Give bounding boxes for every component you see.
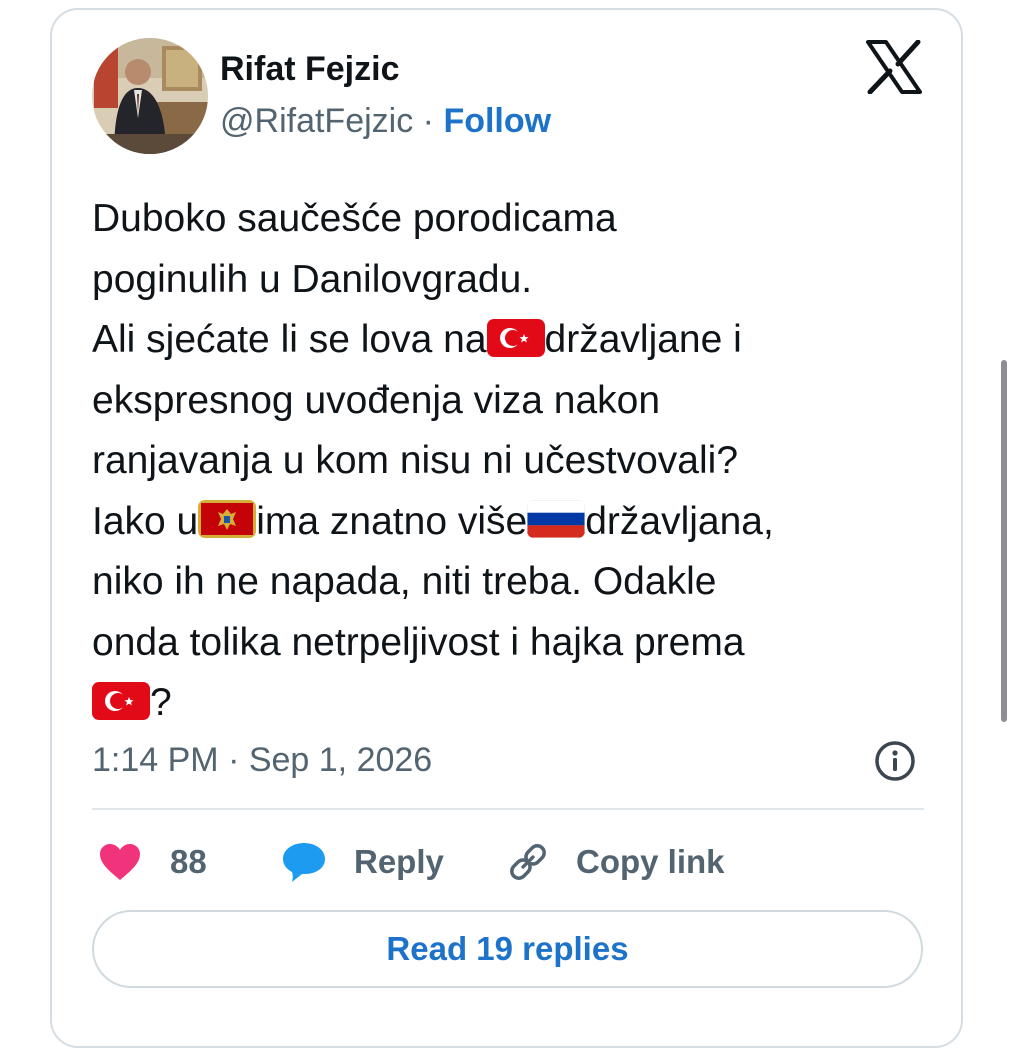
tweet-text-segment: ima znatno više [256,499,528,543]
tweet-line: ranjavanja u kom nisu ni učestvovali? [92,431,932,492]
copy-link-label: Copy link [576,843,725,880]
tweet-text-segment: onda tolika netrpeljivost i hajka prema [92,620,745,664]
x-logo-icon[interactable] [866,40,922,94]
info-icon[interactable] [874,740,916,782]
flag-russia-icon [527,500,586,539]
tweet-text-segment: ? [150,681,172,724]
tweet-text-segment: ekspresnog uvođenja viza nakon [92,378,661,422]
user-photo [92,38,208,154]
reply-bubble-icon [283,843,325,882]
tweet-text-segment: državljane i [544,318,742,361]
link-icon [510,844,546,880]
tweet-text-segment: ranjavanja u kom nisu ni učestvovali? [92,439,739,482]
tweet-line: ? [92,673,932,734]
tweet-timestamp[interactable]: 1:14 PM · Sep 1, 2026 [92,741,432,780]
tweet-line: ekspresnog uvođenja viza nakon [92,371,932,432]
reply-button[interactable]: Reply [280,838,444,886]
tweet-text-segment: Iako u [92,499,199,543]
flag-turkey-icon [486,318,545,357]
author-handle-row: @RifatFejzic · Follow [220,102,551,141]
tweet-line: Duboko saučešće porodicama [92,189,932,250]
scrollbar[interactable] [1001,360,1007,722]
author-name[interactable]: Rifat Fejzic [220,50,399,89]
tweet-text-segment: Ali sjećate li se lova na [92,318,487,361]
handle-separator: · [422,102,434,140]
tweet-line: Iako u ima znatno više državljana, [92,492,932,553]
tweet-text: Duboko saučešće porodicama poginulih u Da… [92,189,932,734]
read-replies-button[interactable]: Read 19 replies [92,910,923,988]
copy-link-button[interactable]: Copy link [506,838,725,886]
tweet-text-segment: državljana, [585,499,774,543]
heart-icon [100,844,140,880]
tweet-line: niko ih ne napada, niti treba. Odakle [92,552,932,613]
tweet-line: Ali sjećate li se lova na državljane i [92,310,932,371]
tweet-line: onda tolika netrpeljivost i hajka prema [92,613,932,674]
tweet-text-segment: niko ih ne napada, niti treba. Odakle [92,560,717,603]
tweet-text-segment: poginulih u Danilovgradu. [92,257,533,301]
flag-turkey-icon [92,681,150,720]
action-divider [92,808,924,810]
follow-button[interactable]: Follow [443,102,551,140]
author-handle[interactable]: @RifatFejzic [220,102,413,140]
flag-montenegro-icon [198,500,257,539]
author-avatar[interactable] [92,38,208,154]
likes-count: 88 [170,843,207,880]
reply-label: Reply [354,843,444,880]
tweet-text-segment: Duboko saučešće porodicama [92,197,617,240]
tweet-line: poginulih u Danilovgradu. [92,250,932,311]
like-button[interactable]: 88 [98,838,207,886]
